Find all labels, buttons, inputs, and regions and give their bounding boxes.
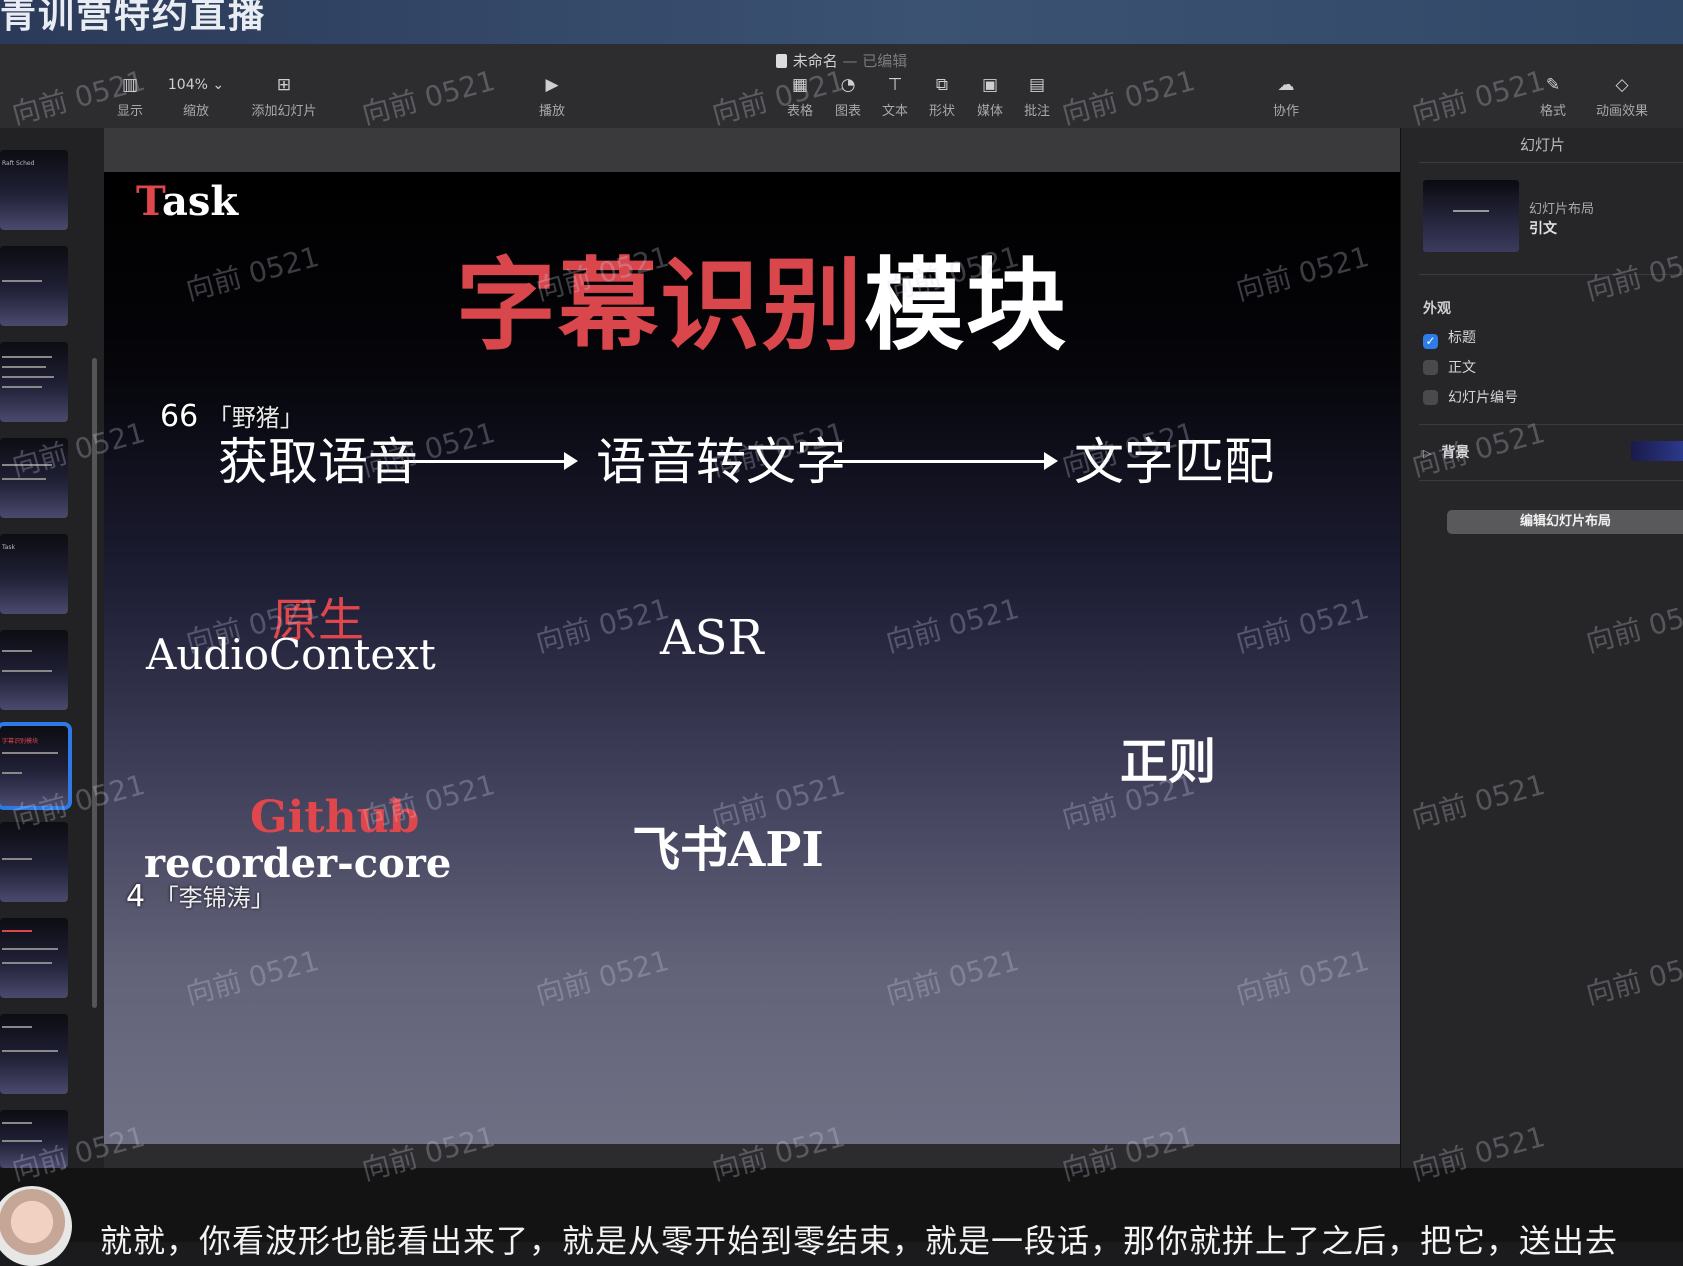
live-subtitle: 就就，你看波形也能看出来了，就是从零开始到零结束，就是一段话，那你就拼上了之后，… [100, 1222, 1619, 1260]
comment-button[interactable]: ▤ 批注 [1007, 74, 1067, 119]
danmaku-comment: 4 「李锦涛」 [126, 879, 275, 914]
canvas-bottom-strip [104, 1144, 1400, 1168]
flow-arrow-1 [404, 452, 578, 470]
add-slide-icon: ⊞ [276, 75, 292, 95]
current-slide[interactable]: Task 字幕识别模块 获取语音 语音转文字 文字匹配 原生 AudioCont… [104, 172, 1400, 1144]
slide-thumbnail[interactable] [0, 246, 68, 326]
slide-layout-label: 幻灯片布局 [1529, 202, 1595, 217]
body-checkbox-row[interactable]: 正文 [1423, 357, 1476, 377]
collaborate-button[interactable]: ☁ 协作 [1256, 74, 1316, 119]
collaborate-icon: ☁ [1277, 75, 1295, 95]
live-subtitle-bar: 就就，你看波形也能看出来了，就是从零开始到零结束，就是一段话，那你就拼上了之后，… [0, 1168, 1683, 1266]
divider [1419, 162, 1683, 163]
slide-thumbnail[interactable] [0, 1110, 68, 1168]
disclosure-triangle-icon[interactable]: ▷ [1423, 447, 1431, 460]
slide-thumbnail[interactable] [0, 918, 68, 998]
slide-layout-value[interactable]: 引文 [1529, 218, 1557, 238]
keynote-toolbar: 未命名 — 已编辑 ▥ 显示 104% ⌄ 缩放 ⊞ 添加幻灯片 ▶ 播放 ▦ … [0, 44, 1683, 129]
document-title: 未命名 [792, 52, 838, 70]
flow-step-speech-to-text[interactable]: 语音转文字 [596, 422, 846, 494]
inspector-header: 幻灯片 [1519, 136, 1565, 154]
stream-banner: 青训营特约直播 [0, 0, 1683, 44]
body-checkbox[interactable] [1423, 360, 1438, 375]
slide-thumbnail[interactable]: Task [0, 534, 68, 614]
format-inspector: 幻灯片 幻灯片布局 引文 外观 ✓ 标题 正文 幻灯片编号 ▷ 背景 编辑幻灯片布局 [1400, 128, 1683, 1168]
divider [1419, 480, 1683, 481]
document-status: — 已编辑 [842, 52, 908, 70]
appearance-label: 外观 [1423, 301, 1451, 317]
background-color-swatch[interactable] [1631, 441, 1683, 461]
danmaku-comment: 66 「野猪」 [160, 399, 304, 434]
divider [1419, 274, 1683, 275]
zoom-value: 104% ⌄ [167, 77, 225, 93]
paintbrush-icon: ✎ [1545, 75, 1561, 95]
title-checkbox[interactable]: ✓ [1423, 334, 1438, 349]
streamer-avatar [0, 1186, 72, 1266]
slide-thumbnail[interactable] [0, 822, 68, 902]
flow-arrow-2 [834, 452, 1058, 470]
audio-context-label[interactable]: AudioContext [146, 630, 436, 679]
edit-slide-layout-button[interactable]: 编辑幻灯片布局 [1447, 510, 1683, 534]
title-checkbox-row[interactable]: ✓ 标题 [1423, 327, 1476, 349]
slide-thumbnail[interactable] [0, 1014, 68, 1094]
slide-thumbnail[interactable] [0, 342, 68, 422]
navigator-scrollbar[interactable] [92, 358, 97, 1008]
feishu-api-label[interactable]: 飞书API [632, 810, 824, 880]
asr-label[interactable]: ASR [660, 610, 764, 666]
slide-title[interactable]: 字幕识别模块 [456, 224, 1068, 369]
slide-layout-thumbnail[interactable] [1423, 180, 1519, 252]
slide-task-heading[interactable]: Task [136, 178, 238, 225]
slide-navigator: Raft Sched Task 字幕识别模块 [0, 128, 104, 1168]
slide-thumbnail[interactable] [0, 630, 68, 710]
view-button[interactable]: ▥ 显示 [100, 74, 160, 119]
animate-button[interactable]: ◇ 动画效果 [1584, 74, 1660, 119]
play-button[interactable]: ▶ 播放 [522, 74, 582, 119]
slide-number-checkbox-row[interactable]: 幻灯片编号 [1423, 387, 1518, 407]
background-row[interactable]: ▷ 背景 [1423, 442, 1469, 462]
flow-step-text-match[interactable]: 文字匹配 [1074, 422, 1274, 494]
slide-thumbnail[interactable] [0, 438, 68, 518]
document-icon [775, 54, 787, 68]
slide-thumbnail-selected[interactable]: 字幕识别模块 [0, 722, 72, 810]
add-slide-button[interactable]: ⊞ 添加幻灯片 [244, 74, 324, 119]
slide-thumbnail[interactable]: Raft Sched [0, 150, 68, 230]
sidebar-icon: ▥ [121, 75, 139, 95]
stream-title: 青训营特约直播 [0, 0, 267, 36]
comment-icon: ▤ [1028, 75, 1046, 95]
divider [1419, 424, 1683, 425]
github-label[interactable]: Github [250, 792, 419, 843]
chevron-down-icon: ⌄ [212, 77, 225, 93]
format-button[interactable]: ✎ 格式 [1523, 74, 1583, 119]
regex-label[interactable]: 正则 [1120, 722, 1216, 792]
diamond-icon: ◇ [1615, 75, 1629, 95]
slide-number-checkbox[interactable] [1423, 390, 1438, 405]
play-icon: ▶ [545, 75, 559, 95]
document-title-bar: 未命名 — 已编辑 [0, 50, 1683, 71]
zoom-select[interactable]: 104% ⌄ 缩放 [166, 74, 226, 119]
